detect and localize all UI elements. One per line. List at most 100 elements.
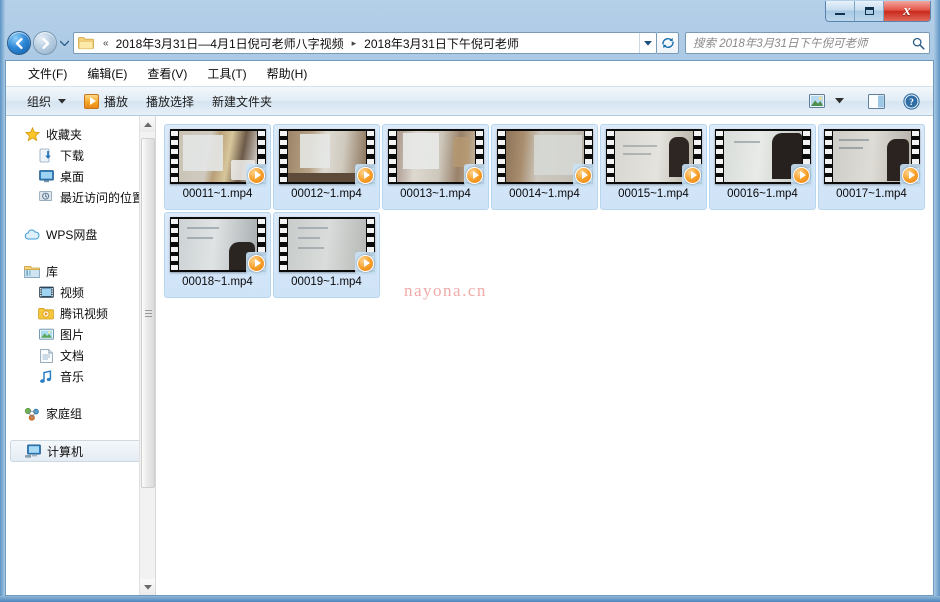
sidebar-item-recent-places[interactable]: 最近访问的位置 bbox=[6, 187, 155, 208]
help-button[interactable]: ? bbox=[898, 90, 925, 113]
new-folder-button[interactable]: 新建文件夹 bbox=[203, 89, 281, 114]
video-frame bbox=[287, 131, 366, 182]
view-icon bbox=[809, 94, 825, 108]
menu-edit[interactable]: 编辑(E) bbox=[77, 62, 137, 85]
scroll-down-button[interactable] bbox=[140, 579, 155, 595]
scrollbar-grip bbox=[144, 308, 152, 319]
new-folder-label: 新建文件夹 bbox=[212, 94, 273, 109]
play-overlay-icon bbox=[572, 164, 595, 186]
back-button[interactable] bbox=[7, 31, 31, 55]
file-thumbnail bbox=[714, 128, 813, 186]
file-name: 00015~1.mp4 bbox=[618, 188, 689, 200]
preview-pane-button[interactable] bbox=[863, 91, 890, 112]
refresh-button[interactable] bbox=[657, 32, 679, 54]
main-split: 收藏夹 下载 桌面 最近访问的位置 WPS网盘 库 视频 腾讯视频 图片 文档 … bbox=[6, 116, 933, 595]
sidebar-item-label: 腾讯视频 bbox=[60, 307, 109, 321]
sidebar-item-label: 家庭组 bbox=[46, 407, 83, 421]
file-tile[interactable]: 00011~1.mp4 bbox=[164, 124, 271, 210]
organize-label: 组织 bbox=[27, 94, 52, 109]
file-tile[interactable]: 00013~1.mp4 bbox=[382, 124, 489, 210]
file-thumbnail bbox=[823, 128, 922, 186]
sprocket-holes-left bbox=[606, 131, 614, 182]
play-selection-button[interactable]: 播放选择 bbox=[137, 89, 203, 114]
file-tile[interactable]: 00016~1.mp4 bbox=[709, 124, 816, 210]
search-icon bbox=[912, 37, 925, 50]
scroll-up-button[interactable] bbox=[140, 116, 155, 132]
breadcrumb-overflow[interactable]: « bbox=[98, 38, 114, 49]
sidebar-item-downloads[interactable]: 下载 bbox=[6, 145, 155, 166]
play-label: 播放 bbox=[104, 94, 129, 109]
file-list-pane[interactable]: 00011~1.mp4 00012~1.mp4 00013~1.mp4 0001… bbox=[156, 116, 933, 595]
file-tile[interactable]: 00012~1.mp4 bbox=[273, 124, 380, 210]
file-name: 00016~1.mp4 bbox=[727, 188, 798, 200]
file-tile[interactable]: 00017~1.mp4 bbox=[818, 124, 925, 210]
change-view-dropdown-button[interactable] bbox=[830, 95, 849, 107]
homegroup-icon bbox=[24, 406, 40, 422]
music-icon bbox=[38, 369, 54, 385]
maximize-button[interactable] bbox=[855, 1, 884, 21]
sidebar-item-label: 文档 bbox=[60, 349, 85, 363]
menu-tools[interactable]: 工具(T) bbox=[197, 62, 256, 85]
documents-icon bbox=[38, 348, 54, 364]
chevron-down-icon bbox=[58, 97, 67, 106]
file-name: 00019~1.mp4 bbox=[291, 276, 362, 288]
sidebar-item-desktop[interactable]: 桌面 bbox=[6, 166, 155, 187]
breadcrumb-item-1[interactable]: 2018年3月31日下午倪可老师 bbox=[362, 34, 521, 53]
breadcrumb-dropdown-button[interactable] bbox=[639, 33, 656, 53]
play-button[interactable]: 播放 bbox=[75, 89, 137, 114]
sidebar-item-videos[interactable]: 视频 bbox=[6, 282, 155, 303]
sidebar-item-documents[interactable]: 文档 bbox=[6, 345, 155, 366]
sprocket-holes-left bbox=[824, 131, 832, 182]
sidebar-item-label: 下载 bbox=[60, 149, 85, 163]
close-button[interactable]: x bbox=[884, 1, 930, 21]
file-name: 00012~1.mp4 bbox=[291, 188, 362, 200]
sidebar-item-homegroup[interactable]: 家庭组 bbox=[6, 403, 155, 424]
chevron-down-icon bbox=[144, 584, 152, 590]
sidebar-scrollbar[interactable] bbox=[139, 116, 155, 595]
svg-text:?: ? bbox=[909, 98, 914, 108]
play-overlay-icon bbox=[245, 252, 268, 274]
breadcrumb-item-0[interactable]: 2018年3月31日—4月1日倪可老师八字视频 bbox=[114, 34, 346, 53]
search-input[interactable]: 搜索 2018年3月31日下午倪可老师 bbox=[693, 35, 912, 51]
sidebar-item-wps-cloud[interactable]: WPS网盘 bbox=[6, 224, 155, 245]
video-frame bbox=[614, 131, 693, 182]
forward-button[interactable] bbox=[33, 31, 57, 55]
change-view-button[interactable] bbox=[804, 91, 830, 111]
sprocket-holes-left bbox=[170, 219, 178, 270]
breadcrumb-separator[interactable]: ▸ bbox=[346, 38, 363, 49]
file-tile[interactable]: 00018~1.mp4 bbox=[164, 212, 271, 298]
sidebar-item-label: 计算机 bbox=[47, 444, 84, 459]
breadcrumb[interactable]: « 2018年3月31日—4月1日倪可老师八字视频 ▸ 2018年3月31日下午… bbox=[73, 32, 657, 54]
file-tile[interactable]: 00014~1.mp4 bbox=[491, 124, 598, 210]
sidebar-item-pictures[interactable]: 图片 bbox=[6, 324, 155, 345]
file-name: 00013~1.mp4 bbox=[400, 188, 471, 200]
sprocket-holes-left bbox=[388, 131, 396, 182]
menu-view[interactable]: 查看(V) bbox=[137, 62, 197, 85]
sidebar-item-tencent-video[interactable]: 腾讯视频 bbox=[6, 303, 155, 324]
help-icon: ? bbox=[903, 92, 920, 110]
file-thumbnail bbox=[278, 128, 377, 186]
history-dropdown-button[interactable] bbox=[57, 31, 71, 55]
sidebar-item-computer[interactable]: 计算机 bbox=[10, 440, 149, 462]
maximize-icon bbox=[864, 7, 874, 15]
preview-pane-icon bbox=[868, 93, 885, 109]
search-box[interactable]: 搜索 2018年3月31日下午倪可老师 bbox=[685, 32, 930, 54]
sidebar-item-favorites[interactable]: 收藏夹 bbox=[6, 124, 155, 145]
file-tile[interactable]: 00019~1.mp4 bbox=[273, 212, 380, 298]
menu-help[interactable]: 帮助(H) bbox=[257, 62, 318, 85]
sidebar-item-label: 音乐 bbox=[60, 370, 85, 384]
file-tile[interactable]: 00015~1.mp4 bbox=[600, 124, 707, 210]
video-frame bbox=[178, 131, 257, 182]
organize-button[interactable]: 组织 bbox=[18, 89, 75, 114]
minimize-button[interactable] bbox=[826, 1, 855, 21]
sidebar-item-music[interactable]: 音乐 bbox=[6, 366, 155, 387]
scrollbar-thumb[interactable] bbox=[141, 138, 155, 488]
file-thumbnail bbox=[278, 216, 377, 274]
play-overlay-icon bbox=[790, 164, 813, 186]
menu-file[interactable]: 文件(F) bbox=[18, 62, 77, 85]
sidebar-item-libraries[interactable]: 库 bbox=[6, 261, 155, 282]
file-name: 00014~1.mp4 bbox=[509, 188, 580, 200]
chevron-up-icon bbox=[144, 121, 152, 127]
play-icon bbox=[84, 93, 100, 109]
play-overlay-icon bbox=[354, 164, 377, 186]
